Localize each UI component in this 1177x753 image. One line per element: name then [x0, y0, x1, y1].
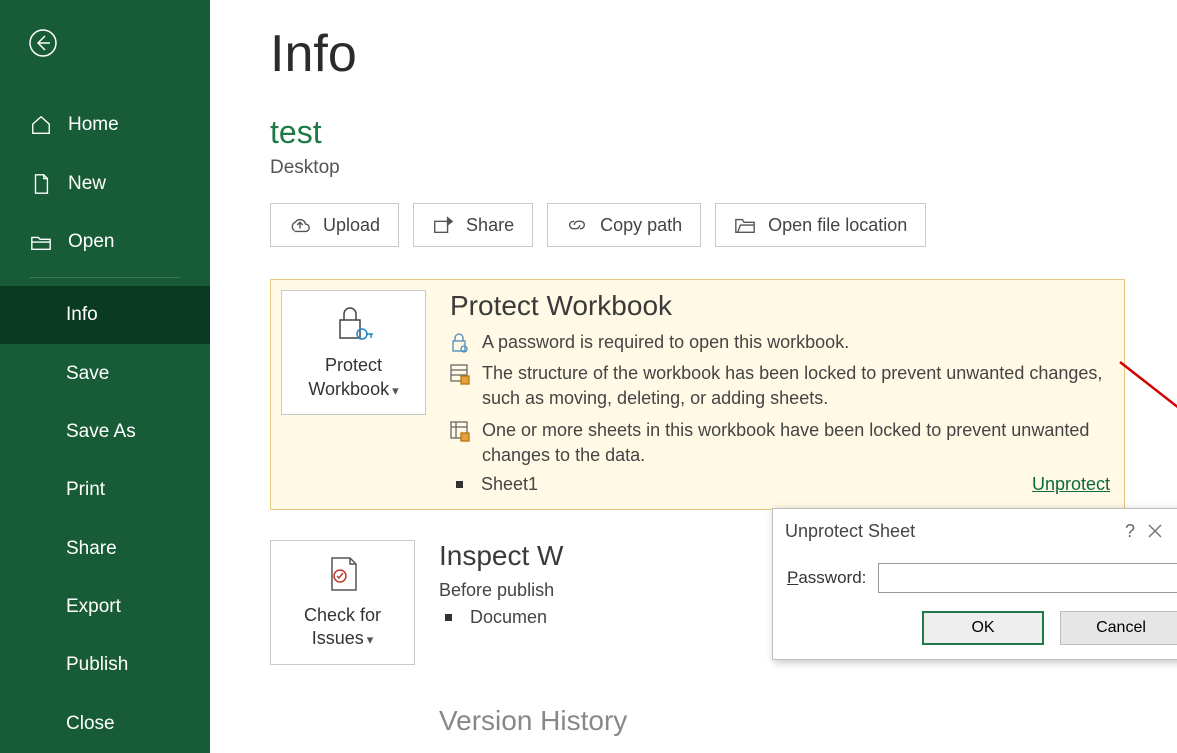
sidebar-item-label: Open [68, 231, 114, 253]
bullet-icon [456, 481, 463, 488]
action-bar: Upload Share Copy path Open file locatio… [270, 203, 1177, 247]
big-button-label: ProtectWorkbook▾ [308, 354, 398, 401]
dialog-close-button[interactable] [1148, 524, 1177, 538]
chevron-down-icon: ▾ [392, 383, 399, 398]
check-for-issues-button[interactable]: Check forIssues▾ [270, 540, 415, 665]
action-label: Upload [323, 215, 380, 236]
protect-workbook-section: ProtectWorkbook▾ Protect Workbook A pass… [270, 279, 1125, 510]
upload-icon [289, 214, 311, 236]
main-pane: Info test Desktop Upload Share Copy pat [210, 0, 1177, 753]
sidebar-item-export[interactable]: Export [0, 578, 210, 636]
sidebar-item-label: Export [66, 596, 121, 618]
version-history-title: Version History [439, 705, 1125, 737]
backstage-sidebar: Home New Open Info Save Save As Print [0, 0, 210, 753]
folder-open-icon [734, 214, 756, 236]
sidebar-item-share[interactable]: Share [0, 520, 210, 578]
unprotect-link[interactable]: Unprotect [1032, 474, 1110, 495]
document-location: Desktop [270, 157, 1177, 179]
chevron-down-icon: ▾ [367, 632, 374, 647]
password-input[interactable] [878, 563, 1177, 593]
sidebar-item-label: New [68, 173, 106, 195]
inspect-bullet-label: Documen [470, 607, 547, 628]
sheet-lock-icon [450, 420, 470, 442]
share-icon [432, 214, 454, 236]
dialog-title-text: Unprotect Sheet [785, 521, 915, 542]
home-icon [30, 114, 52, 136]
sidebar-item-new[interactable]: New [0, 154, 210, 212]
locked-sheet-item: Sheet1 [450, 474, 538, 495]
annotation-arrow [1116, 358, 1177, 478]
action-label: Copy path [600, 215, 682, 236]
document-name: test [270, 114, 1177, 151]
ok-button[interactable]: OK [922, 611, 1044, 645]
sidebar-item-close[interactable]: Close [0, 695, 210, 753]
sidebar-item-open[interactable]: Open [0, 213, 210, 271]
sidebar-item-home[interactable]: Home [0, 96, 210, 154]
sidebar-item-info[interactable]: Info [0, 286, 210, 344]
open-icon [30, 231, 52, 253]
sidebar-item-label: Publish [66, 654, 128, 676]
dialog-titlebar: Unprotect Sheet ? [773, 509, 1177, 553]
structure-lock-icon [450, 363, 470, 385]
sidebar-item-label: Print [66, 479, 105, 501]
protect-line-structure: The structure of the workbook has been l… [482, 361, 1114, 411]
password-label: Password: [787, 568, 866, 588]
back-button[interactable] [28, 28, 58, 58]
link-icon [566, 214, 588, 236]
lock-icon [450, 332, 470, 354]
version-history-section: Version History [270, 705, 1125, 745]
sidebar-item-label: Share [66, 538, 117, 560]
sidebar-item-label: Close [66, 713, 115, 735]
sidebar-item-save-as[interactable]: Save As [0, 403, 210, 461]
sidebar-item-publish[interactable]: Publish [0, 636, 210, 694]
sheet-name: Sheet1 [481, 474, 538, 495]
dialog-help-button[interactable]: ? [1112, 521, 1148, 542]
protect-section-title: Protect Workbook [450, 290, 1114, 322]
new-icon [30, 173, 52, 195]
unprotect-sheet-dialog: Unprotect Sheet ? Password: OK Cancel [772, 508, 1177, 660]
sidebar-item-print[interactable]: Print [0, 461, 210, 519]
sidebar-item-label: Home [68, 114, 119, 136]
protect-line-password: A password is required to open this work… [482, 330, 849, 355]
big-button-label: Check forIssues▾ [304, 604, 381, 651]
sidebar-item-label: Save As [66, 421, 136, 443]
action-label: Share [466, 215, 514, 236]
lock-key-icon [332, 304, 376, 344]
version-history-placeholder [270, 705, 415, 735]
upload-button[interactable]: Upload [270, 203, 399, 247]
sidebar-separator [30, 277, 180, 278]
page-title: Info [270, 24, 1177, 84]
bullet-icon [445, 614, 452, 621]
sidebar-item-label: Save [66, 363, 109, 385]
sidebar-item-label: Info [66, 304, 98, 326]
action-label: Open file location [768, 215, 907, 236]
protect-line-sheets: One or more sheets in this workbook have… [482, 418, 1114, 468]
sidebar-item-save[interactable]: Save [0, 344, 210, 402]
copy-path-button[interactable]: Copy path [547, 203, 701, 247]
open-file-location-button[interactable]: Open file location [715, 203, 926, 247]
protect-workbook-button[interactable]: ProtectWorkbook▾ [281, 290, 426, 415]
document-check-icon [324, 554, 362, 594]
cancel-button[interactable]: Cancel [1060, 611, 1177, 645]
share-button[interactable]: Share [413, 203, 533, 247]
